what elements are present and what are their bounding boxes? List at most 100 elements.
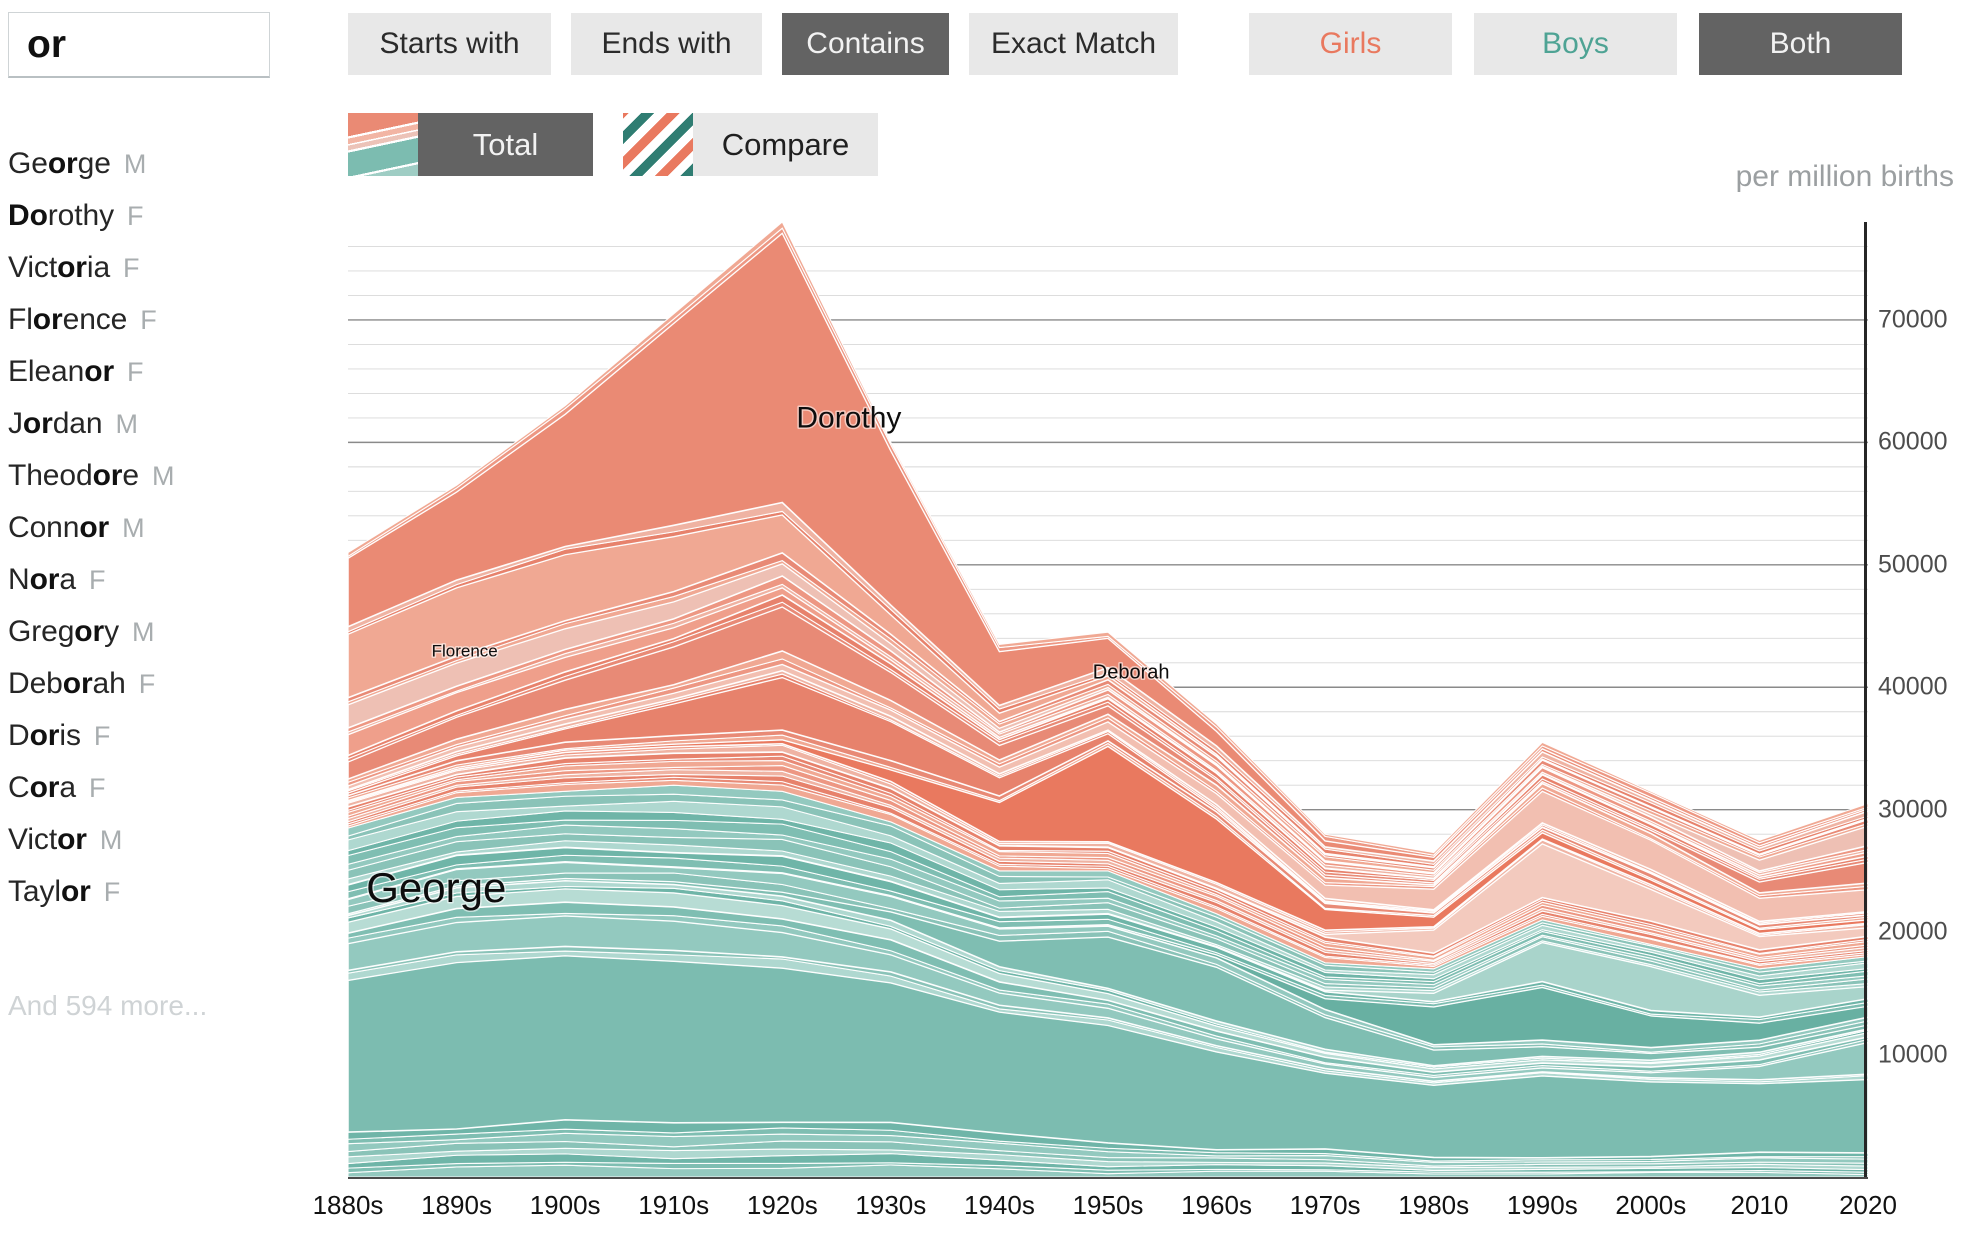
- gender-filter-both-button[interactable]: Both: [1699, 13, 1902, 75]
- list-item-gender: M: [115, 408, 138, 439]
- list-item[interactable]: Florence F: [8, 294, 270, 346]
- x-axis-tick-label: 1880s: [312, 1190, 384, 1220]
- y-axis-tick-label: 10000: [1878, 1040, 1948, 1069]
- list-item[interactable]: Theodore M: [8, 450, 270, 502]
- view-mode-total-label: Total: [418, 113, 593, 176]
- list-item-name: Dorothy: [8, 199, 114, 232]
- list-item[interactable]: Taylor F: [8, 866, 270, 918]
- diagonal-stripes-swatch-icon: [623, 113, 693, 176]
- gender-filter-girls-button[interactable]: Girls: [1249, 13, 1452, 75]
- match-mode-starts-with-button[interactable]: Starts with: [348, 13, 551, 75]
- list-item-gender: M: [151, 460, 175, 491]
- list-item[interactable]: Victor M: [8, 814, 270, 866]
- list-item[interactable]: Dorothy F: [8, 190, 270, 242]
- more-results-label: And 594 more...: [8, 990, 208, 1021]
- list-item[interactable]: Cora F: [8, 762, 270, 814]
- x-axis-tick-label: 1980s: [1398, 1190, 1470, 1220]
- list-item-name: Eleanor: [8, 355, 115, 388]
- x-axis-tick-label: 1930s: [855, 1190, 927, 1220]
- list-item-name: George: [8, 147, 111, 180]
- list-item[interactable]: Jordan M: [8, 398, 270, 450]
- view-mode-button-group: Total Compare: [348, 113, 878, 176]
- x-axis-tick-label: 1990s: [1506, 1190, 1578, 1220]
- y-axis-unit-label: per million births: [1735, 160, 1954, 193]
- list-item-gender: F: [123, 252, 140, 283]
- view-mode-total-button[interactable]: Total: [348, 113, 593, 176]
- list-item-gender: F: [88, 564, 106, 595]
- x-axis-tick-label: 1890s: [421, 1190, 492, 1220]
- list-item-gender: F: [127, 200, 144, 231]
- list-item-name: Doris: [8, 719, 81, 752]
- list-item-name: Gregory: [8, 615, 120, 648]
- list-item-name: Victor: [8, 823, 87, 856]
- x-axis-tick-label: 1960s: [1181, 1190, 1252, 1220]
- match-mode-exact-match-button[interactable]: Exact Match: [969, 13, 1178, 75]
- list-item[interactable]: Doris F: [8, 710, 270, 762]
- x-axis-tick-label: 1950s: [1072, 1190, 1144, 1220]
- list-item-gender: M: [123, 148, 147, 179]
- list-item-name: Connor: [8, 511, 110, 544]
- y-axis-line: [1864, 222, 1867, 1177]
- y-axis-tick-label: 30000: [1878, 795, 1948, 824]
- list-item[interactable]: George M: [8, 138, 270, 190]
- y-axis-tick-label: 40000: [1878, 672, 1948, 701]
- list-item-name: Theodore: [8, 459, 139, 492]
- stacked-stream-swatch-icon: [348, 113, 418, 176]
- list-item[interactable]: Victoria F: [8, 242, 270, 294]
- search-box[interactable]: [8, 12, 270, 78]
- x-axis-tick-label: 1970s: [1289, 1190, 1361, 1220]
- x-axis-tick-label: 2020: [1839, 1190, 1897, 1220]
- match-mode-ends-with-button[interactable]: Ends with: [571, 13, 762, 75]
- x-axis-tick-label: 2000s: [1615, 1190, 1687, 1220]
- gender-filter-boys-button[interactable]: Boys: [1474, 13, 1677, 75]
- list-item-gender: M: [99, 824, 123, 855]
- sidebar: GeorgeMDorothyFVictoriaFFlorenceFEleanor…: [0, 0, 275, 1242]
- x-axis-tick-label: 1920s: [746, 1190, 818, 1220]
- stream-chart-svg: Dorothy Florence Deborah George: [348, 222, 1868, 1177]
- match-mode-contains-button[interactable]: Contains: [782, 13, 949, 75]
- list-item[interactable]: Deborah F: [8, 658, 270, 710]
- y-axis-tick-label: 50000: [1878, 550, 1948, 579]
- stream-label-dorothy: Dorothy: [796, 401, 901, 434]
- y-axis-tick-label: 20000: [1878, 917, 1948, 946]
- list-item-name: Deborah: [8, 667, 126, 700]
- chart-stream-bands: [348, 222, 1868, 1177]
- list-item-gender: M: [132, 616, 155, 647]
- name-results-list: George M Dorothy F Victoria F Florence F Eleanor…: [8, 138, 270, 918]
- x-axis-tick-label: 1900s: [529, 1190, 601, 1220]
- match-mode-button-group: Starts with Ends with Contains Exact Mat…: [348, 13, 1178, 75]
- search-input[interactable]: [9, 13, 269, 76]
- x-axis-tick-label: 1940s: [964, 1190, 1035, 1220]
- list-item-gender: F: [140, 304, 157, 335]
- view-mode-compare-label: Compare: [693, 113, 878, 176]
- list-item[interactable]: Nora F: [8, 554, 270, 606]
- list-item-name: Cora: [8, 771, 76, 804]
- list-item-name: Jordan: [8, 407, 103, 440]
- list-item-gender: M: [122, 512, 145, 543]
- list-item-gender: F: [103, 876, 121, 907]
- list-item-name: Florence: [8, 303, 128, 336]
- list-item[interactable]: Connor M: [8, 502, 270, 554]
- list-item-gender: F: [138, 668, 156, 699]
- x-axis-tick-label: 1910s: [638, 1190, 710, 1220]
- list-item-name: Nora: [8, 563, 76, 596]
- x-axis-tick-labels: 1880s 1890s 1900s 1910s 1920s 1930s 1940s 1950s…: [313, 1190, 1897, 1236]
- list-item-gender: F: [88, 772, 106, 803]
- stream-label-george: George: [366, 864, 506, 911]
- stream-label-florence: Florence: [432, 642, 498, 661]
- y-axis-tick-label: 70000: [1878, 305, 1948, 334]
- y-axis-tick-label: 60000: [1878, 427, 1948, 456]
- x-axis-line: [348, 1177, 1868, 1179]
- y-axis-tick-labels: 10000 20000 30000 40000 50000 60000 70000: [1878, 222, 1972, 1177]
- view-mode-compare-button[interactable]: Compare: [623, 113, 878, 176]
- gender-filter-button-group: Girls Boys Both: [1249, 13, 1902, 75]
- list-item-name: Victoria: [8, 251, 111, 284]
- stream-label-deborah: Deborah: [1093, 661, 1170, 683]
- list-item-gender: F: [127, 356, 144, 387]
- x-axis-tick-label: 2010: [1730, 1190, 1789, 1220]
- list-item-gender: F: [93, 720, 111, 751]
- stream-chart[interactable]: Dorothy Florence Deborah George: [348, 222, 1868, 1177]
- list-item[interactable]: Gregory M: [8, 606, 270, 658]
- list-item[interactable]: Eleanor F: [8, 346, 270, 398]
- list-item-name: Taylor: [8, 875, 91, 908]
